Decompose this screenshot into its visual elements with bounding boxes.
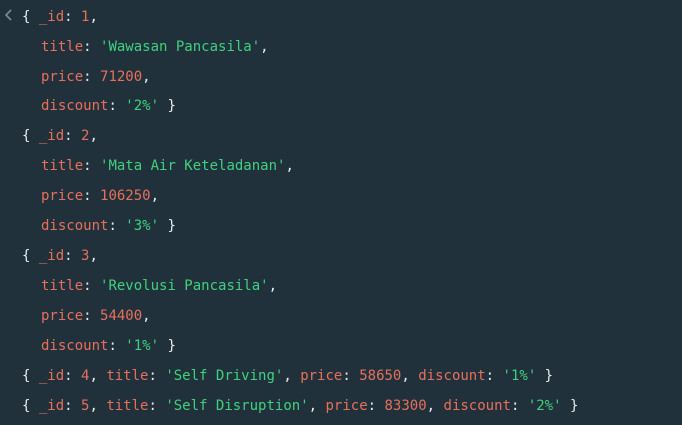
doc-3-title-line: title: 'Revolusi Pancasila', bbox=[41, 278, 278, 294]
doc-2-title-line: title: 'Mata Air Keteladanan', bbox=[41, 158, 294, 174]
chevron-left-icon bbox=[4, 9, 12, 21]
doc-3-price-line: price: 54400, bbox=[41, 308, 151, 324]
shell-output: { _id: 1, title: 'Wawasan Pancasila', pr… bbox=[0, 0, 682, 425]
doc-1-open-line: { _id: 1, bbox=[22, 9, 98, 25]
doc-1-price-line: price: 71200, bbox=[41, 69, 151, 85]
doc-2-open-line: { _id: 2, bbox=[22, 128, 98, 144]
doc-1-title-line: title: 'Wawasan Pancasila', bbox=[41, 39, 269, 55]
doc-2-price-line: price: 106250, bbox=[41, 188, 160, 204]
doc-4-line: { _id: 4, title: 'Self Driving', price: … bbox=[22, 368, 554, 384]
doc-2-discount-line: discount: '3%' } bbox=[41, 218, 176, 234]
doc-3-open-line: { _id: 3, bbox=[22, 248, 98, 264]
doc-1-discount-line: discount: '2%' } bbox=[41, 98, 176, 114]
doc-5-line: { _id: 5, title: 'Self Disruption', pric… bbox=[22, 398, 579, 414]
doc-3-discount-line: discount: '1%' } bbox=[41, 338, 176, 354]
